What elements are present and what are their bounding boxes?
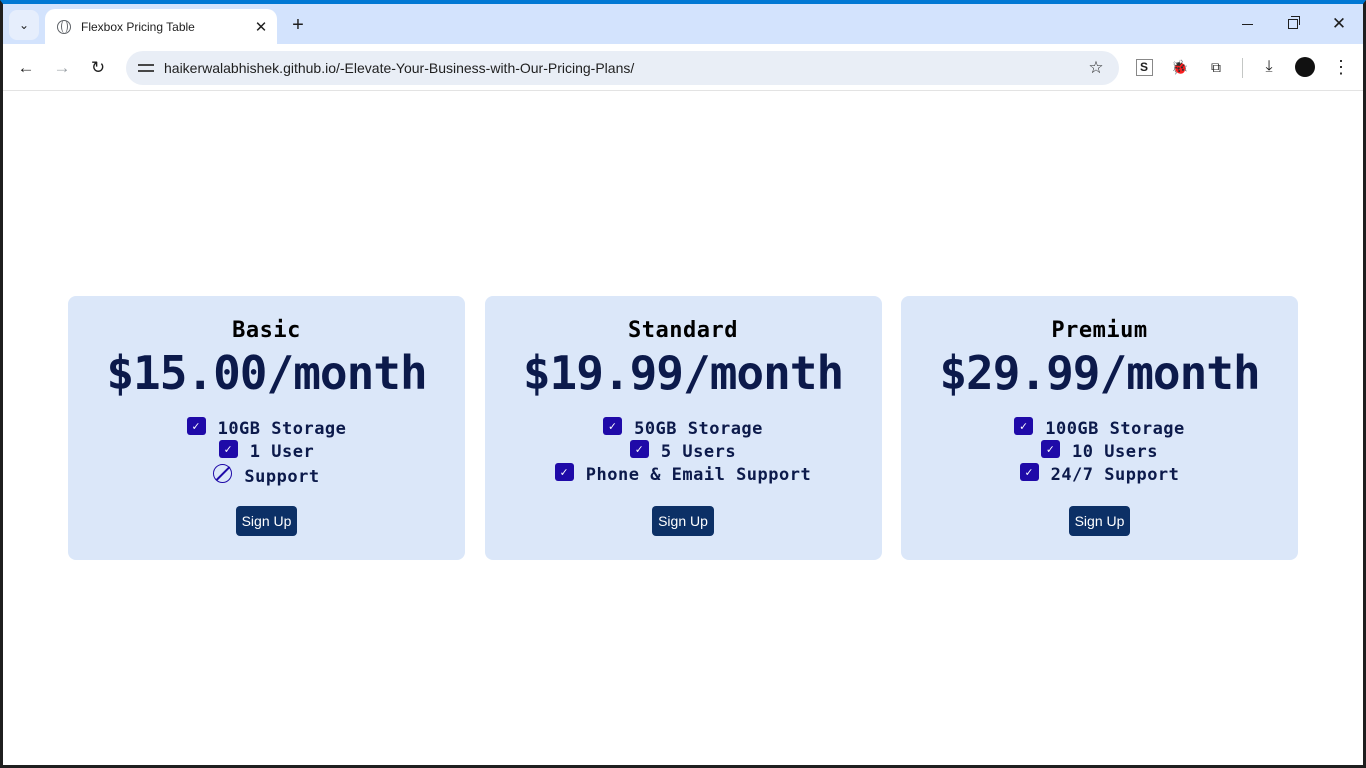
feature-item: ✓ 100GB Storage	[901, 416, 1298, 440]
s-extension-icon[interactable]: S	[1133, 56, 1155, 78]
feature-item: ✓ 1 User	[68, 439, 465, 463]
feature-list: ✓ 50GB Storage ✓ 5 Users ✓ Phone & Email Su…	[485, 416, 882, 486]
feature-item: ✓ 5 Users	[485, 439, 882, 463]
address-bar[interactable]: haikerwalabhishek.github.io/-Elevate-You…	[126, 51, 1119, 85]
pricing-cards: Basic $15.00/month ✓ 10GB Storage ✓ 1 User…	[68, 296, 1298, 560]
restore-button[interactable]	[1270, 4, 1316, 44]
feature-text: 10GB Storage	[217, 418, 347, 439]
plan-price: $29.99/month	[939, 346, 1260, 400]
check-icon: ✓	[1014, 416, 1034, 435]
feature-item: Support	[68, 464, 465, 488]
feature-list: ✓ 10GB Storage ✓ 1 User Support	[68, 416, 465, 488]
page-content: Basic $15.00/month ✓ 10GB Storage ✓ 1 User…	[3, 91, 1363, 765]
toolbar-divider	[1242, 58, 1243, 78]
plan-price: $19.99/month	[522, 346, 844, 400]
sign-up-button[interactable]: Sign Up	[652, 506, 714, 536]
tab-search-icon[interactable]: ⌄	[9, 10, 39, 40]
feature-item: ✓ 24/7 Support	[901, 462, 1298, 486]
plan-card-premium: Premium $29.99/month ✓ 100GB Storage ✓ 10 …	[901, 296, 1298, 560]
minimize-icon	[1241, 23, 1253, 25]
sign-up-button[interactable]: Sign Up	[235, 506, 298, 536]
restore-icon	[1288, 16, 1300, 29]
check-icon: ✓	[1019, 462, 1039, 481]
prohibited-icon	[213, 464, 233, 483]
feature-text: 10 Users	[1072, 441, 1158, 462]
plan-card-standard: Standard $19.99/month ✓ 50GB Storage ✓ 5 U…	[484, 296, 882, 560]
feature-item: ✓ Phone & Email Support	[485, 462, 882, 486]
active-tab[interactable]: Flexbox Pricing Table ✕	[45, 9, 277, 44]
feature-text: 50GB Storage	[634, 418, 763, 439]
avatar[interactable]	[1294, 56, 1316, 78]
check-icon: ✓	[186, 416, 206, 435]
plan-name: Basic	[232, 318, 301, 343]
feature-text: Phone & Email Support	[585, 464, 812, 485]
plan-price: $15.00/month	[106, 346, 427, 400]
forward-icon[interactable]: →	[47, 53, 77, 83]
reload-icon[interactable]: ↻	[83, 53, 113, 83]
feature-text: Support	[244, 466, 320, 487]
feature-text: 100GB Storage	[1045, 418, 1185, 439]
check-icon: ✓	[629, 439, 649, 458]
plan-name: Premium	[1051, 318, 1148, 343]
puzzle-icon[interactable]: ⧉	[1205, 56, 1227, 78]
browser-window: ⌄ Flexbox Pricing Table ✕ + ✕ ← → ↻ haik…	[0, 0, 1366, 768]
close-icon[interactable]: ✕	[251, 17, 271, 37]
check-icon: ✓	[603, 416, 623, 435]
download-icon[interactable]: ⤓	[1258, 56, 1280, 78]
back-icon[interactable]: ←	[11, 53, 41, 83]
check-icon: ✓	[218, 439, 238, 458]
minimize-button[interactable]	[1224, 4, 1270, 44]
plan-card-basic: Basic $15.00/month ✓ 10GB Storage ✓ 1 User…	[68, 296, 465, 560]
sign-up-button[interactable]: Sign Up	[1068, 506, 1131, 536]
toolbar: ← → ↻ haikerwalabhishek.github.io/-Eleva…	[3, 44, 1363, 91]
globe-icon	[57, 19, 71, 34]
feature-item: ✓ 10GB Storage	[68, 416, 465, 440]
close-window-button[interactable]: ✕	[1316, 4, 1362, 44]
feature-item: ✓ 50GB Storage	[485, 416, 882, 440]
tab-title: Flexbox Pricing Table	[81, 19, 195, 34]
check-icon: ✓	[1041, 439, 1061, 458]
feature-text: 24/7 Support	[1050, 464, 1180, 485]
tab-strip: ⌄ Flexbox Pricing Table ✕ + ✕	[3, 4, 1363, 44]
tune-icon[interactable]	[138, 61, 154, 75]
feature-list: ✓ 100GB Storage ✓ 10 Users ✓ 24/7 Support	[901, 416, 1298, 486]
bug-icon[interactable]: 🐞	[1169, 56, 1191, 78]
feature-item: ✓ 10 Users	[901, 439, 1298, 463]
plan-name: Standard	[628, 318, 738, 343]
feature-text: 1 User	[249, 441, 315, 462]
plus-icon[interactable]: +	[285, 12, 311, 38]
check-icon: ✓	[554, 462, 574, 481]
star-icon[interactable]: ☆	[1081, 58, 1111, 78]
feature-text: 5 Users	[660, 441, 737, 462]
url-text[interactable]: haikerwalabhishek.github.io/-Elevate-You…	[164, 60, 1081, 76]
more-icon[interactable]: ⋮	[1330, 56, 1352, 78]
